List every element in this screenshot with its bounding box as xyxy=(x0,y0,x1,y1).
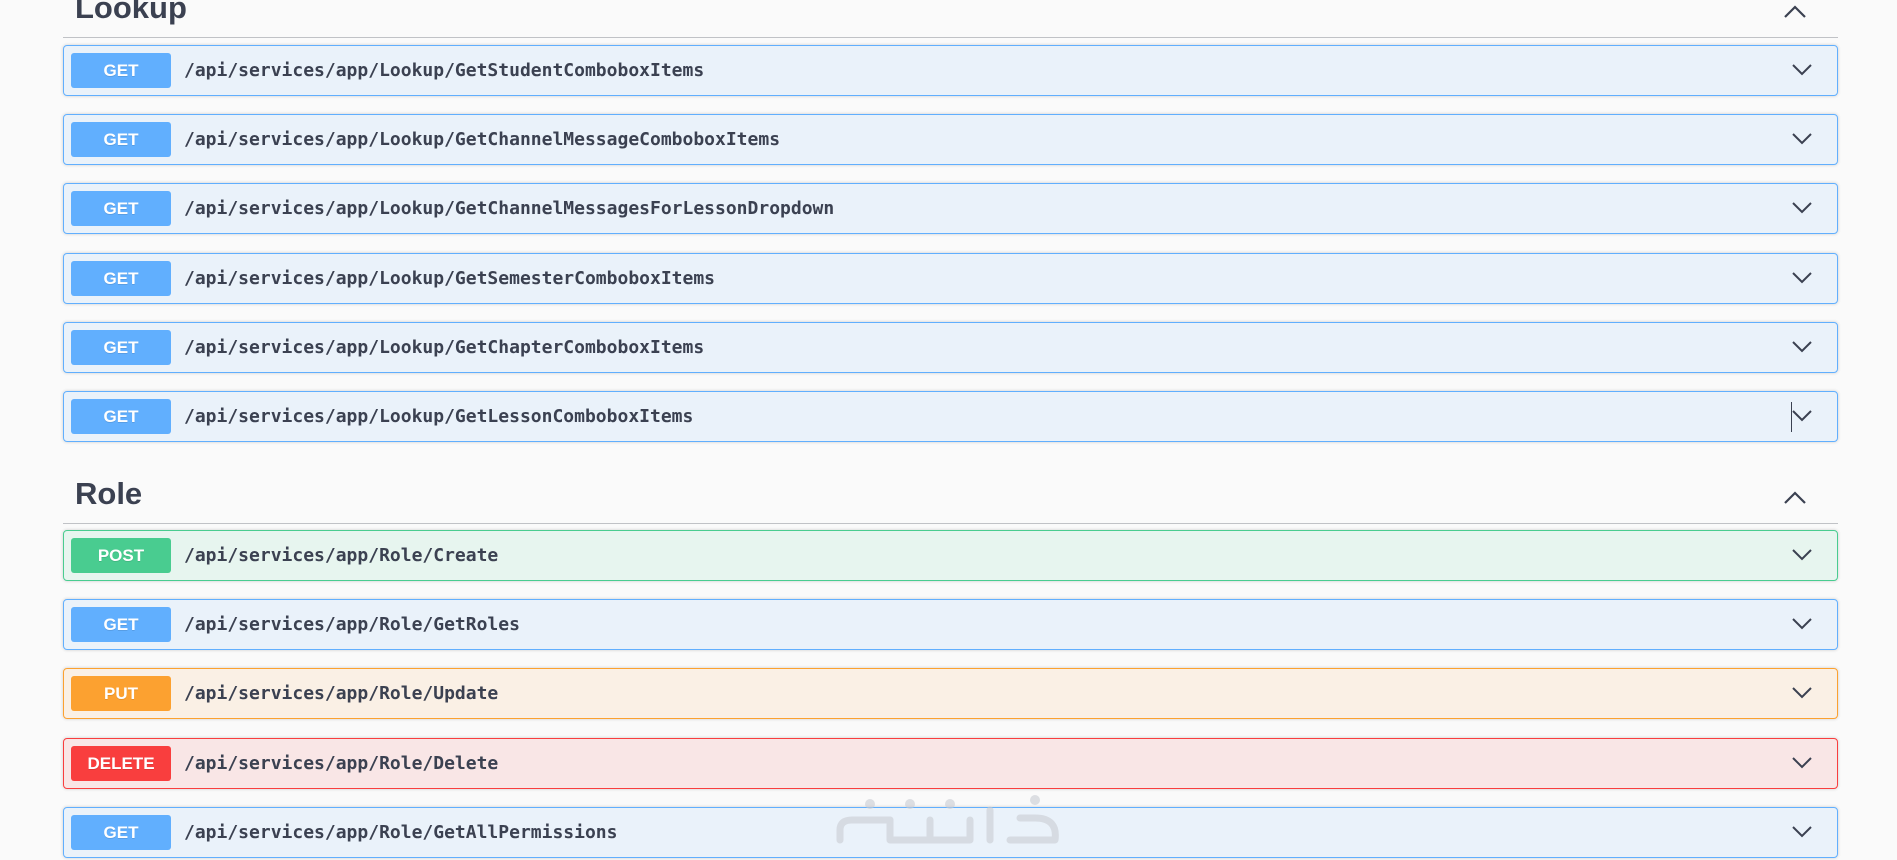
method-badge: GET xyxy=(71,191,171,226)
operation-path: /api/services/app/Lookup/GetChannelMessa… xyxy=(184,129,781,150)
logo-watermark xyxy=(836,795,1059,844)
method-badge: PUT xyxy=(71,676,171,711)
method-badge: GET xyxy=(71,399,171,434)
operation-path: /api/services/app/Lookup/GetChannelMessa… xyxy=(184,198,835,219)
operation-path: /api/services/app/Role/Create xyxy=(184,545,499,566)
operation-get-roles[interactable]: GET /api/services/app/Role/GetRoles xyxy=(63,599,1838,650)
method-badge: POST xyxy=(71,538,171,573)
chevron-down-icon[interactable] xyxy=(1791,825,1813,839)
method-badge: GET xyxy=(71,261,171,296)
method-badge: DELETE xyxy=(71,746,171,781)
chevron-down-icon[interactable] xyxy=(1791,271,1813,285)
operation-path: /api/services/app/Lookup/GetStudentCombo… xyxy=(184,60,705,81)
chevron-down-icon[interactable] xyxy=(1791,63,1813,77)
method-badge: GET xyxy=(71,122,171,157)
operation-get-semester-combobox-items[interactable]: GET /api/services/app/Lookup/GetSemester… xyxy=(63,253,1838,304)
chevron-down-icon[interactable] xyxy=(1791,756,1813,770)
operation-path: /api/services/app/Lookup/GetSemesterComb… xyxy=(184,268,716,289)
operation-get-lesson-combobox-items[interactable]: GET /api/services/app/Lookup/GetLessonCo… xyxy=(63,391,1838,442)
tag-section-lookup[interactable]: Lookup xyxy=(63,0,1838,38)
operation-post-role-create[interactable]: POST /api/services/app/Role/Create xyxy=(63,530,1838,581)
method-badge: GET xyxy=(71,330,171,365)
tag-section-role[interactable]: Role xyxy=(63,466,1838,524)
operation-path: /api/services/app/Role/Update xyxy=(184,683,499,704)
chevron-up-icon[interactable] xyxy=(1782,3,1808,19)
operation-put-role-update[interactable]: PUT /api/services/app/Role/Update xyxy=(63,668,1838,719)
swagger-page: Lookup GET /api/services/app/Lookup/GetS… xyxy=(0,0,1897,860)
tag-title-lookup: Lookup xyxy=(75,0,187,25)
operation-path: /api/services/app/Lookup/GetLessonCombob… xyxy=(184,406,694,427)
chevron-up-icon[interactable] xyxy=(1782,489,1808,505)
method-badge: GET xyxy=(71,607,171,642)
operation-get-channel-message-combobox-items[interactable]: GET /api/services/app/Lookup/GetChannelM… xyxy=(63,114,1838,165)
operation-get-student-combobox-items[interactable]: GET /api/services/app/Lookup/GetStudentC… xyxy=(63,45,1838,96)
operation-get-channel-messages-for-lesson-dropdown[interactable]: GET /api/services/app/Lookup/GetChannelM… xyxy=(63,183,1838,234)
method-badge: GET xyxy=(71,53,171,88)
operation-get-chapter-combobox-items[interactable]: GET /api/services/app/Lookup/GetChapterC… xyxy=(63,322,1838,373)
operation-path: /api/services/app/Lookup/GetChapterCombo… xyxy=(184,337,705,358)
operation-path: /api/services/app/Role/GetRoles xyxy=(184,614,520,635)
tag-header-lookup[interactable]: Lookup xyxy=(63,0,1838,38)
chevron-down-icon[interactable] xyxy=(1791,686,1813,700)
tag-header-role[interactable]: Role xyxy=(63,466,1838,524)
chevron-down-icon[interactable] xyxy=(1791,132,1813,146)
tag-title-role: Role xyxy=(75,476,143,511)
chevron-down-icon[interactable] xyxy=(1791,409,1813,423)
chevron-down-icon[interactable] xyxy=(1791,340,1813,354)
operation-delete-role[interactable]: DELETE /api/services/app/Role/Delete xyxy=(63,738,1838,789)
chevron-down-icon[interactable] xyxy=(1791,201,1813,215)
chevron-down-icon[interactable] xyxy=(1791,617,1813,631)
chevron-down-icon[interactable] xyxy=(1791,548,1813,562)
method-badge: GET xyxy=(71,815,171,850)
operation-path: /api/services/app/Role/GetAllPermissions xyxy=(184,822,618,843)
operation-path: /api/services/app/Role/Delete xyxy=(184,753,499,774)
